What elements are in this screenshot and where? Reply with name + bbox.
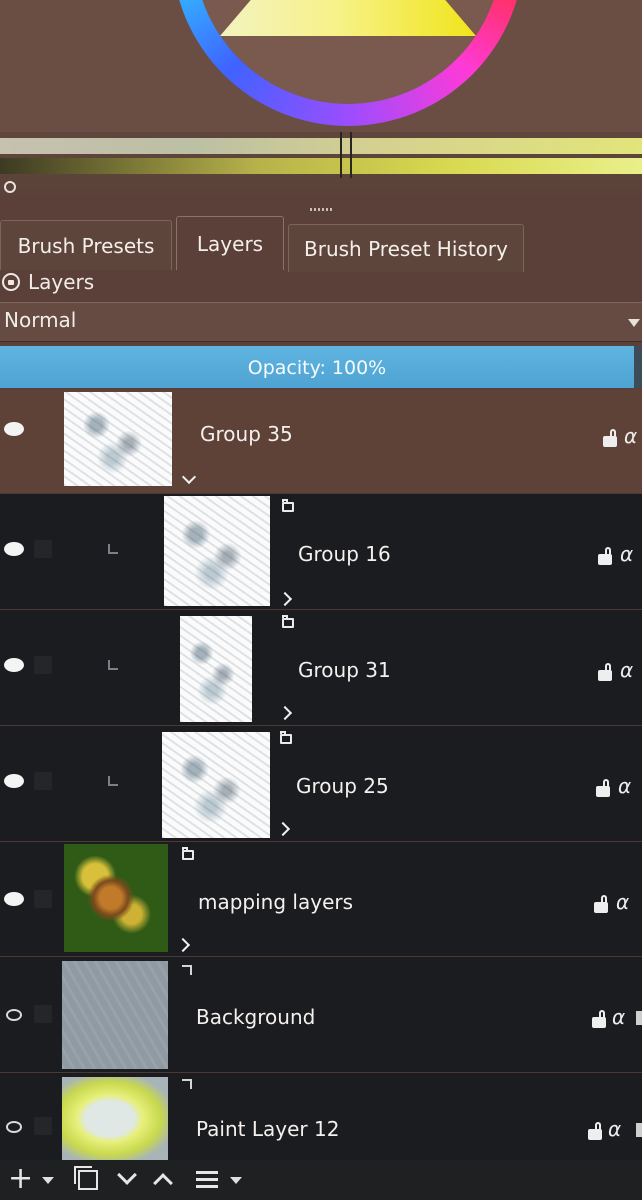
docker-tabs: Brush Presets Layers Brush Preset Histor… bbox=[0, 212, 642, 272]
layer-row[interactable]: Group 25 α bbox=[0, 726, 642, 842]
layer-name: Group 16 bbox=[298, 542, 391, 566]
blend-mode-dropdown[interactable]: Normal bbox=[0, 302, 642, 342]
layer-thumbnail bbox=[64, 844, 168, 952]
layer-checkbox[interactable] bbox=[34, 1117, 52, 1135]
lock-icon[interactable] bbox=[598, 663, 612, 681]
duplicate-layer-icon[interactable] bbox=[74, 1166, 98, 1190]
move-down-icon[interactable] bbox=[117, 1165, 137, 1185]
layer-row[interactable]: mapping layers α bbox=[0, 842, 642, 957]
opacity-slider[interactable]: Opacity: 100% bbox=[0, 346, 642, 388]
child-indent-marker bbox=[108, 776, 118, 786]
eye-icon[interactable] bbox=[4, 542, 24, 556]
chevron-down-icon[interactable] bbox=[181, 469, 197, 485]
layer-name: Group 31 bbox=[298, 658, 391, 682]
layer-name: Paint Layer 12 bbox=[196, 1117, 340, 1141]
panel-title-bar: Layers bbox=[0, 268, 642, 300]
child-indent-marker bbox=[108, 544, 118, 554]
alpha-lock-icon[interactable]: α bbox=[608, 1117, 621, 1141]
chevron-right-icon[interactable] bbox=[277, 705, 293, 721]
layer-thumbnail bbox=[180, 616, 252, 722]
saturation-value-triangle[interactable] bbox=[220, 0, 476, 36]
link-icon bbox=[182, 1079, 192, 1089]
opacity-readout: Opacity: 100% bbox=[0, 346, 634, 388]
layer-thumbnail bbox=[162, 732, 270, 838]
layer-thumbnail bbox=[64, 392, 172, 486]
folder-icon bbox=[282, 615, 294, 628]
layer-thumbnail bbox=[62, 961, 168, 1069]
alpha-lock-icon[interactable]: α bbox=[618, 774, 631, 798]
layer-row[interactable]: Group 35 α bbox=[0, 390, 642, 494]
layer-row[interactable]: Background α bbox=[0, 957, 642, 1073]
lock-icon[interactable] bbox=[594, 895, 608, 913]
properties-menu-icon[interactable] bbox=[230, 1177, 242, 1184]
chevron-right-icon[interactable] bbox=[277, 591, 293, 607]
eye-icon[interactable] bbox=[4, 422, 24, 436]
eye-icon[interactable] bbox=[4, 658, 24, 672]
color-slider-1[interactable] bbox=[0, 138, 642, 154]
slider-handle[interactable] bbox=[340, 132, 352, 178]
folder-icon bbox=[282, 499, 294, 512]
inherit-alpha-icon[interactable] bbox=[636, 1123, 642, 1137]
layer-thumbnail bbox=[62, 1077, 168, 1160]
lock-icon[interactable] bbox=[596, 779, 610, 797]
eye-closed-icon[interactable] bbox=[6, 1121, 22, 1133]
layer-list[interactable]: Group 35 α Group 16 α Group 31 α Group 2… bbox=[0, 390, 642, 1161]
tab-layers[interactable]: Layers bbox=[176, 216, 284, 270]
layer-row[interactable]: Paint Layer 12 α bbox=[0, 1073, 642, 1161]
eye-icon[interactable] bbox=[4, 774, 24, 788]
alpha-lock-icon[interactable]: α bbox=[624, 424, 637, 448]
tab-brush-preset-history[interactable]: Brush Preset History bbox=[288, 224, 524, 272]
layer-name: Background bbox=[196, 1005, 316, 1029]
lock-icon[interactable] bbox=[598, 547, 612, 565]
layer-properties-icon[interactable] bbox=[196, 1171, 218, 1189]
layer-checkbox[interactable] bbox=[34, 772, 52, 790]
eye-closed-icon[interactable] bbox=[6, 1009, 22, 1021]
lock-icon[interactable] bbox=[588, 1122, 602, 1140]
color-slider-2[interactable] bbox=[0, 158, 642, 174]
layer-checkbox[interactable] bbox=[34, 540, 52, 558]
layer-thumbnail bbox=[164, 496, 270, 606]
tab-brush-presets[interactable]: Brush Presets bbox=[0, 220, 172, 270]
blend-mode-value: Normal bbox=[4, 308, 77, 332]
layer-checkbox[interactable] bbox=[34, 1005, 52, 1023]
folder-icon bbox=[182, 847, 194, 860]
alpha-lock-icon[interactable]: α bbox=[620, 542, 633, 566]
opacity-value: 100% bbox=[331, 357, 387, 379]
docker-lock-icon[interactable] bbox=[2, 273, 20, 291]
layer-checkbox[interactable] bbox=[34, 656, 52, 674]
alpha-lock-icon[interactable]: α bbox=[616, 890, 629, 914]
add-layer-icon[interactable]: + bbox=[8, 1164, 33, 1194]
eye-icon[interactable] bbox=[4, 892, 24, 906]
folder-icon bbox=[280, 731, 292, 744]
refresh-icon[interactable] bbox=[4, 181, 16, 193]
move-up-icon[interactable] bbox=[153, 1173, 173, 1193]
layer-name: Group 25 bbox=[296, 774, 389, 798]
color-sliders[interactable] bbox=[0, 132, 642, 182]
layer-row[interactable]: Group 16 α bbox=[0, 494, 642, 610]
panel-title: Layers bbox=[28, 270, 95, 294]
add-layer-menu-icon[interactable] bbox=[42, 1177, 54, 1184]
lock-icon[interactable] bbox=[603, 429, 617, 447]
child-indent-marker bbox=[108, 660, 118, 670]
opacity-label: Opacity: bbox=[247, 357, 326, 379]
inherit-alpha-icon[interactable] bbox=[636, 1011, 642, 1025]
chevron-right-icon[interactable] bbox=[175, 937, 191, 953]
chevron-down-icon bbox=[628, 319, 640, 327]
link-icon bbox=[182, 965, 192, 975]
alpha-lock-icon[interactable]: α bbox=[620, 658, 633, 682]
opacity-spinner[interactable] bbox=[634, 346, 642, 388]
chevron-right-icon[interactable] bbox=[275, 821, 291, 837]
layer-row[interactable]: Group 31 α bbox=[0, 610, 642, 726]
layer-name: mapping layers bbox=[198, 890, 354, 914]
layer-toolbar: + bbox=[0, 1160, 642, 1200]
alpha-lock-icon[interactable]: α bbox=[612, 1005, 625, 1029]
layer-name: Group 35 bbox=[200, 422, 293, 446]
lock-icon[interactable] bbox=[592, 1010, 606, 1028]
layer-checkbox[interactable] bbox=[34, 890, 52, 908]
color-selector[interactable] bbox=[0, 0, 642, 196]
dock-drag-handle[interactable] bbox=[310, 208, 334, 211]
